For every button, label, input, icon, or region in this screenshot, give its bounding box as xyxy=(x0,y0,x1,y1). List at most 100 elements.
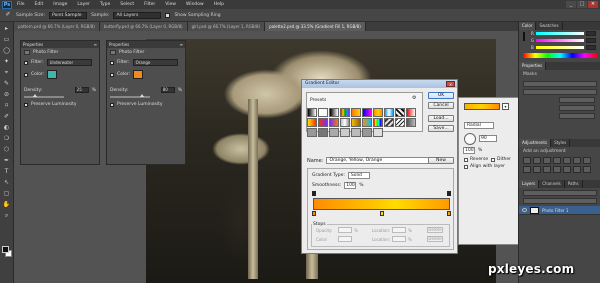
tab-properties[interactable]: Properties xyxy=(519,62,547,70)
density-input[interactable]: 80 xyxy=(160,87,175,93)
preset-swatch[interactable] xyxy=(406,118,416,127)
preset-swatch[interactable] xyxy=(384,108,394,117)
preset-swatch[interactable] xyxy=(373,118,383,127)
color-radio[interactable] xyxy=(24,72,28,77)
lasso-tool-icon[interactable]: ◯ xyxy=(2,46,11,55)
density-input[interactable]: 25 xyxy=(74,87,89,93)
move-tool-icon[interactable]: ▸ xyxy=(2,24,11,33)
filter-radio[interactable] xyxy=(24,60,28,65)
filter-color-swatch[interactable] xyxy=(133,70,144,79)
preset-swatch[interactable] xyxy=(307,128,317,137)
opacity-input[interactable] xyxy=(338,227,352,233)
preset-swatch[interactable] xyxy=(395,118,405,127)
history-brush-icon[interactable]: ◐ xyxy=(2,123,11,132)
location-input[interactable] xyxy=(392,227,406,233)
preset-swatch[interactable] xyxy=(329,108,339,117)
menu-window[interactable]: Window xyxy=(181,2,209,7)
menu-layer[interactable]: Layer xyxy=(72,2,95,7)
path-selection-icon[interactable]: ↖ xyxy=(2,178,11,187)
red-value[interactable] xyxy=(585,31,596,36)
invert-icon[interactable] xyxy=(563,166,571,173)
preset-swatch[interactable] xyxy=(351,118,361,127)
preset-swatch[interactable] xyxy=(318,118,328,127)
gear-icon[interactable]: ⚙ xyxy=(412,95,419,101)
cancel-button[interactable]: Cancel xyxy=(428,102,454,109)
preset-swatch[interactable] xyxy=(307,118,317,127)
tab-paths[interactable]: Paths xyxy=(565,180,583,188)
mask-edge-button[interactable] xyxy=(559,97,595,103)
opacity-stop-left[interactable] xyxy=(312,191,316,196)
style-select[interactable]: Radial xyxy=(464,122,494,129)
preset-swatch[interactable] xyxy=(307,108,317,117)
zoom-tool-icon[interactable]: ⌕ xyxy=(2,211,11,220)
tab-document-active[interactable]: palette2.psd @ 33.5% (Gradient Fill 1, R… xyxy=(265,22,366,31)
opacity-stop-right[interactable] xyxy=(447,191,451,196)
preset-swatch[interactable] xyxy=(373,108,383,117)
menu-image[interactable]: Image xyxy=(48,2,72,7)
blue-value[interactable] xyxy=(585,45,596,50)
red-slider[interactable] xyxy=(535,32,584,35)
tab-layers[interactable]: Layers xyxy=(519,180,540,188)
stop-color-swatch[interactable] xyxy=(338,236,352,242)
tab-document[interactable]: girl.psd @ 66.7% (Layer 1, RGB/8) xyxy=(187,22,266,31)
new-button[interactable]: New xyxy=(428,157,454,164)
filter-radio[interactable] xyxy=(110,60,114,65)
preset-swatch[interactable] xyxy=(329,118,339,127)
foreground-color-swatch[interactable] xyxy=(2,246,9,253)
menu-edit[interactable]: Edit xyxy=(30,2,49,7)
brightness-icon[interactable] xyxy=(523,157,531,164)
tab-color[interactable]: Color xyxy=(519,22,537,30)
name-field[interactable]: Orange, Yellow, Orange xyxy=(326,157,437,164)
eyedropper-tool-icon[interactable]: ✎ xyxy=(2,79,11,88)
green-slider[interactable] xyxy=(536,39,585,42)
panel-menu-icon[interactable]: ≡ xyxy=(180,42,183,47)
preserve-luminosity-checkbox[interactable] xyxy=(24,102,28,107)
photo-filter-icon[interactable] xyxy=(533,166,541,173)
preserve-luminosity-checkbox[interactable] xyxy=(110,102,114,107)
crop-tool-icon[interactable]: ⌖ xyxy=(2,68,11,77)
color-stop-left[interactable] xyxy=(312,211,316,216)
color-stop-middle[interactable] xyxy=(380,211,384,216)
menu-type[interactable]: Type xyxy=(95,2,115,7)
color-panel-swatch[interactable] xyxy=(523,32,525,41)
minimize-button[interactable]: _ xyxy=(566,1,576,8)
dither-checkbox[interactable] xyxy=(491,157,495,162)
tab-document[interactable]: pattern.psd @ 66.7% (Layer 0, RGB/8) xyxy=(14,22,100,31)
tab-styles[interactable]: Styles xyxy=(551,139,571,147)
tab-adjustments[interactable]: Adjustments xyxy=(519,139,552,147)
blend-mode-row[interactable] xyxy=(523,198,597,204)
menu-view[interactable]: View xyxy=(160,2,181,7)
color-stop-right[interactable] xyxy=(447,211,451,216)
preset-swatch[interactable] xyxy=(406,108,416,117)
smoothness-input[interactable]: 100 xyxy=(344,182,357,189)
brush-tool-icon[interactable]: ⌑ xyxy=(2,101,11,110)
menu-help[interactable]: Help xyxy=(209,2,229,7)
preset-swatch[interactable] xyxy=(351,108,361,117)
eraser-tool-icon[interactable]: ❍ xyxy=(2,134,11,143)
preset-swatch[interactable] xyxy=(395,108,405,117)
density-slider-knob[interactable] xyxy=(33,94,37,97)
preset-swatch[interactable] xyxy=(340,118,350,127)
density-slider-knob[interactable] xyxy=(140,94,144,97)
color-spectrum[interactable] xyxy=(523,53,597,58)
magic-wand-tool-icon[interactable]: ✦ xyxy=(2,57,11,66)
density-slider[interactable] xyxy=(110,94,150,98)
filter-color-swatch[interactable] xyxy=(47,70,58,79)
visibility-eye-icon[interactable] xyxy=(522,208,527,212)
preset-swatch[interactable] xyxy=(362,128,372,137)
menu-select[interactable]: Select xyxy=(115,2,139,7)
layers-filter-row[interactable] xyxy=(523,190,597,196)
preset-swatch[interactable] xyxy=(318,108,328,117)
shape-tool-icon[interactable]: ▢ xyxy=(2,189,11,198)
delete-color-stop-button[interactable]: Delete xyxy=(427,236,443,242)
load-button[interactable]: Load... xyxy=(428,115,454,122)
black-white-icon[interactable] xyxy=(523,166,531,173)
sample-select[interactable]: All Layers xyxy=(113,11,162,19)
sample-size-select[interactable]: Point Sample xyxy=(49,11,88,19)
hand-tool-icon[interactable]: ✋ xyxy=(2,200,11,209)
delete-opacity-stop-button[interactable]: Delete xyxy=(427,227,443,233)
reverse-checkbox[interactable] xyxy=(464,157,468,162)
maximize-button[interactable]: □ xyxy=(577,1,587,8)
tab-document[interactable]: butterfly.psd @ 66.7% (Layer 0, RGB/8) xyxy=(99,22,188,31)
show-ring-checkbox[interactable] xyxy=(165,12,171,18)
